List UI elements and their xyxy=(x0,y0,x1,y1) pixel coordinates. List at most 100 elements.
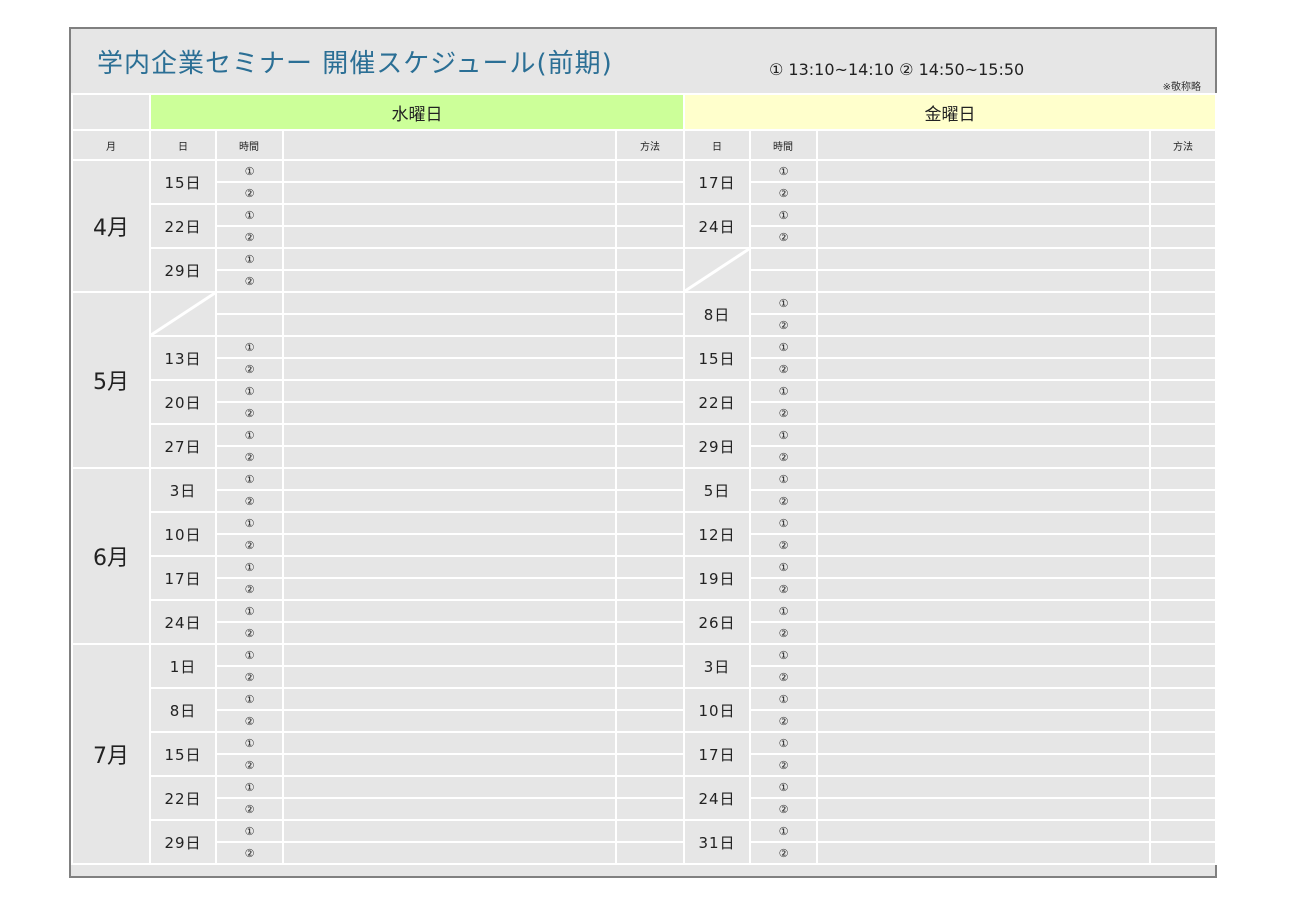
wed-method-cell xyxy=(615,753,685,777)
fri-method-cell xyxy=(1149,357,1217,381)
fri-company-cell xyxy=(816,599,1151,623)
wed-method-cell xyxy=(615,511,685,535)
fri-method-cell xyxy=(1149,445,1217,469)
wed-method-cell xyxy=(615,819,685,843)
wed-company-cell xyxy=(282,511,617,535)
wed-time-slot: ② xyxy=(215,181,284,205)
fri-company-cell xyxy=(816,555,1151,579)
wed-method-cell xyxy=(615,775,685,799)
wed-time-slot: ② xyxy=(215,445,284,469)
wed-company-cell xyxy=(282,555,617,579)
fri-company-cell xyxy=(816,577,1151,601)
fri-time-slot: ① xyxy=(749,467,818,491)
wed-company-cell xyxy=(282,247,617,271)
wed-time-slot: ② xyxy=(215,577,284,601)
wed-time-slot: ② xyxy=(215,797,284,821)
wed-time-slot: ① xyxy=(215,379,284,403)
fri-method-cell xyxy=(1149,401,1217,425)
wed-method-cell xyxy=(615,555,685,579)
fri-method-cell xyxy=(1149,599,1217,623)
wed-company-cell xyxy=(282,203,617,227)
wed-time-slot: ② xyxy=(215,401,284,425)
fri-company-cell xyxy=(816,313,1151,337)
wed-method-cell xyxy=(615,357,685,381)
fri-method-cell xyxy=(1149,313,1217,337)
wed-time-slot: ② xyxy=(215,489,284,513)
wed-time-slot: ② xyxy=(215,841,284,865)
wed-date: 27日 xyxy=(149,423,217,469)
wed-time-slot: ② xyxy=(215,753,284,777)
wed-method-cell xyxy=(615,687,685,711)
wed-time-slot xyxy=(215,313,284,337)
fri-method-cell xyxy=(1149,687,1217,711)
wed-date: 24日 xyxy=(149,599,217,645)
fri-method-cell xyxy=(1149,489,1217,513)
fri-method-cell xyxy=(1149,841,1217,865)
wed-date: 13日 xyxy=(149,335,217,381)
schedule-row: ②② xyxy=(72,709,1217,733)
fri-date: 19日 xyxy=(683,555,751,601)
wed-method-cell xyxy=(615,643,685,667)
wed-company-cell xyxy=(282,687,617,711)
fri-time-slot: ① xyxy=(749,379,818,403)
page-title: 学内企業セミナー 開催スケジュール(前期) xyxy=(97,49,613,79)
fri-method-cell xyxy=(1149,291,1217,315)
fri-date: 24日 xyxy=(683,775,751,821)
fri-company-cell xyxy=(816,423,1151,447)
wed-company-cell xyxy=(282,599,617,623)
fri-company-cell xyxy=(816,335,1151,359)
wed-method-cell xyxy=(615,247,685,271)
schedule-row: ②② xyxy=(72,753,1217,777)
schedule-row: 13日 ① 15日 ① xyxy=(72,335,1217,381)
wed-date: 3日 xyxy=(149,467,217,513)
wed-time-slot: ① xyxy=(215,203,284,227)
fri-date: 17日 xyxy=(683,731,751,777)
schedule-row: 7月 1日 ① 3日 ① xyxy=(71,643,1217,865)
wed-time-slot: ② xyxy=(215,709,284,733)
wed-time-slot: ① xyxy=(215,555,284,579)
fri-time-slot: ② xyxy=(749,709,818,733)
fri-time-slot: ① xyxy=(749,159,818,183)
fri-company-cell xyxy=(816,247,1151,271)
wed-time-slot xyxy=(215,291,284,315)
schedule-row: 6月 3日 ① 5日 ① xyxy=(71,467,1217,645)
sheet-header: 学内企業セミナー 開催スケジュール(前期) ① 13:10~14:10 ② 14… xyxy=(71,29,1215,93)
fri-time-slot: ② xyxy=(749,181,818,205)
fri-method-cell xyxy=(1149,379,1217,403)
wed-method-cell xyxy=(615,445,685,469)
schedule-row: 15日 ① 17日 ① xyxy=(72,731,1217,777)
fri-date: 24日 xyxy=(683,203,751,249)
fri-method-cell xyxy=(1149,555,1217,579)
wednesday-header: 水曜日 xyxy=(149,93,685,131)
fri-company-cell xyxy=(816,159,1151,183)
fri-time-slot: ① xyxy=(749,511,818,535)
fri-company-cell xyxy=(816,797,1151,821)
fri-company-cell xyxy=(816,225,1151,249)
fri-time-slot xyxy=(749,269,818,293)
schedule-row: 10日 ① 12日 ① xyxy=(72,511,1217,557)
fri-company-cell xyxy=(816,687,1151,711)
wed-method-cell xyxy=(615,379,685,403)
fri-date: 15日 xyxy=(683,335,751,381)
wed-time-column-header: 時間 xyxy=(215,129,284,161)
wed-company-cell xyxy=(282,577,617,601)
wed-time-slot: ① xyxy=(215,643,284,667)
wed-date: 10日 xyxy=(149,511,217,557)
fri-time-slot: ① xyxy=(749,687,818,711)
schedule-row: ②② xyxy=(72,489,1217,513)
schedule-row: ②② xyxy=(72,533,1217,557)
fri-company-cell xyxy=(816,643,1151,667)
wed-company-cell xyxy=(282,159,617,183)
schedule-row: 22日 ① 24日 ① xyxy=(72,775,1217,821)
fri-company-cell xyxy=(816,665,1151,689)
fri-company-cell xyxy=(816,709,1151,733)
fri-method-cell xyxy=(1149,423,1217,447)
fri-company-cell xyxy=(816,445,1151,469)
fri-company-cell xyxy=(816,753,1151,777)
fri-company-cell xyxy=(816,357,1151,381)
wed-time-slot: ② xyxy=(215,665,284,689)
wed-company-cell xyxy=(282,841,617,865)
fri-method-cell xyxy=(1149,511,1217,535)
schedule-row: ②② xyxy=(72,621,1217,645)
wed-method-cell xyxy=(615,489,685,513)
